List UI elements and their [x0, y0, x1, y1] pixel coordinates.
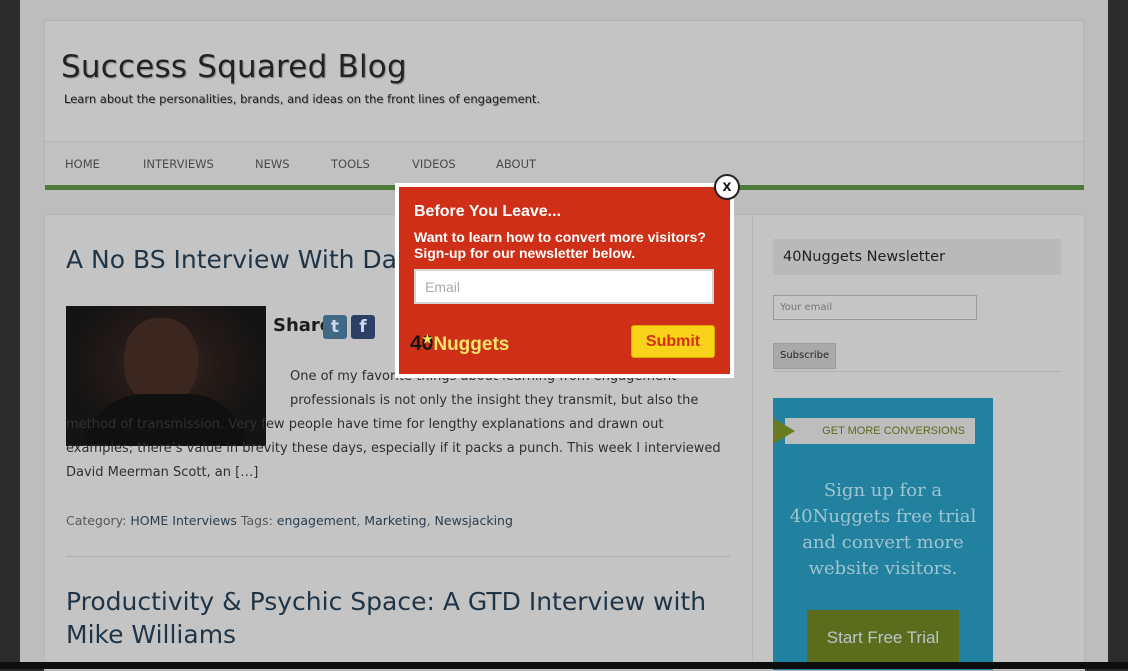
category-label: Category: [66, 513, 127, 528]
nav-item-tools[interactable]: TOOLS [331, 157, 370, 171]
logo-word: Nuggets [433, 334, 510, 355]
tags-label: Tags: [240, 513, 273, 528]
modal-text: Want to learn how to convert more visito… [414, 229, 706, 261]
post-excerpt: One of my favorite things about learning… [66, 365, 726, 485]
post-meta: Category: HOME Interviews Tags: engageme… [66, 513, 513, 528]
sidebar: 40Nuggets Newsletter Subscribe GET MORE … [752, 214, 1085, 671]
close-icon[interactable]: x [714, 174, 740, 200]
tag-link-marketing[interactable]: Marketing [364, 513, 426, 528]
nav-item-videos[interactable]: VIDEOS [412, 157, 456, 171]
start-free-trial-button[interactable]: Start Free Trial [807, 610, 959, 666]
exit-intent-modal: Before You Leave... Want to learn how to… [395, 174, 740, 378]
promo-ribbon: GET MORE CONVERSIONS [785, 418, 975, 444]
category-link-interviews[interactable]: Interviews [172, 513, 237, 528]
modal-email-input[interactable] [414, 269, 714, 304]
promo-banner[interactable]: GET MORE CONVERSIONS Sign up for a 40Nug… [773, 398, 993, 670]
40nuggets-logo: 40Nuggets ★ [410, 332, 509, 356]
modal-panel: Before You Leave... Want to learn how to… [399, 187, 730, 374]
nav-item-home[interactable]: HOME [65, 157, 100, 171]
main-navigation: HOME INTERVIEWS NEWS TOOLS VIDEOS ABOUT [45, 141, 1083, 184]
excerpt-rest: professionals is not only the insight th… [66, 393, 721, 480]
modal-submit-button[interactable]: Submit [631, 325, 715, 358]
promo-text: Sign up for a 40Nuggets free trial and c… [789, 480, 977, 579]
tag-link-newsjacking[interactable]: Newsjacking [435, 513, 513, 528]
bottom-bar [0, 662, 1128, 669]
nav-item-news[interactable]: NEWS [255, 157, 290, 171]
nav-item-about[interactable]: ABOUT [496, 157, 536, 171]
post-title[interactable]: A No BS Interview With Da [66, 245, 397, 274]
newsletter-email-input[interactable] [773, 295, 977, 320]
twitter-icon[interactable]: t [323, 315, 347, 339]
post-divider [66, 556, 730, 557]
site-header: Success Squared Blog Learn about the per… [44, 20, 1084, 190]
subscribe-button[interactable]: Subscribe [773, 343, 837, 369]
site-title[interactable]: Success Squared Blog [61, 49, 407, 85]
tag-link-engagement[interactable]: engagement [277, 513, 357, 528]
category-link-home[interactable]: HOME [130, 513, 168, 528]
newsletter-heading: 40Nuggets Newsletter [773, 239, 1061, 275]
facebook-icon[interactable]: f [351, 315, 375, 339]
site-tagline: Learn about the personalities, brands, a… [64, 92, 541, 106]
post-title-2-line-1[interactable]: Productivity & Psychic Space: A GTD Inte… [66, 587, 706, 616]
ribbon-arrow-icon [773, 418, 795, 444]
modal-title: Before You Leave... [414, 203, 562, 220]
star-icon: ★ [422, 332, 433, 346]
post-title-2-line-2[interactable]: Mike Williams [66, 620, 236, 649]
nav-item-interviews[interactable]: INTERVIEWS [143, 157, 214, 171]
sidebar-divider [773, 371, 1061, 372]
